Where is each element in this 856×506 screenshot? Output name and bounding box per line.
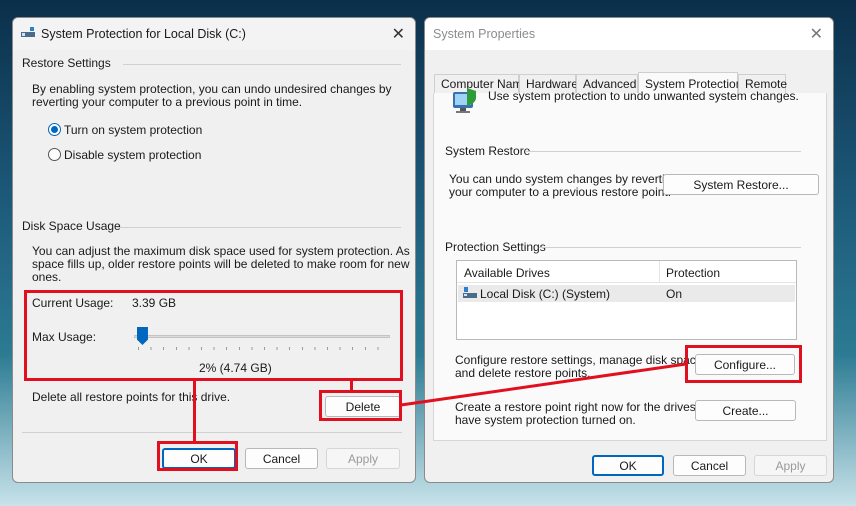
footer-divider [22,432,402,433]
protection-settings-heading: Protection Settings [445,240,546,254]
apply-button[interactable]: Apply [326,448,400,469]
system-restore-heading: System Restore [445,144,531,158]
cancel-button[interactable]: Cancel [673,455,746,476]
disk-space-description-line2: space fills up, older restore points wil… [32,257,410,271]
create-text-line2: have system protection turned on. [455,413,636,427]
configure-text-line2: and delete restore points. [455,366,591,380]
dialog-title: System Protection for Local Disk (C:) [41,27,246,41]
delete-highlight-box [319,390,402,421]
system-properties-dialog: System Properties ✕ Computer Name Hardwa… [424,17,834,483]
disk-space-heading: Disk Space Usage [22,219,121,233]
system-restore-button[interactable]: System Restore... [663,174,819,195]
group-divider [117,227,401,228]
shield-drive-icon [21,27,35,39]
system-restore-text-line2: your computer to a previous restore poin… [449,185,672,199]
dialog-titlebar[interactable]: System Properties ✕ [425,18,833,50]
restore-description-line2: reverting your computer to a previous po… [32,95,303,109]
dialog-titlebar[interactable]: System Protection for Local Disk (C:) ✕ [13,18,415,50]
create-button[interactable]: Create... [695,400,796,421]
configure-highlight-box [685,345,802,383]
group-divider [525,151,801,152]
turn-on-protection-radio[interactable] [48,123,61,136]
connector-line-to-ok [193,381,196,443]
drives-listview[interactable]: Available Drives Protection Local Disk (… [456,260,797,340]
disk-space-description-line3: ones. [32,270,62,284]
turn-on-protection-label[interactable]: Turn on system protection [64,124,202,137]
group-divider [539,247,801,248]
protection-status-cell: On [666,287,683,301]
close-icon[interactable]: ✕ [810,24,823,44]
column-separator [659,261,660,283]
drive-icon [463,287,477,299]
ok-button[interactable]: OK [592,455,664,476]
column-header-protection[interactable]: Protection [666,267,720,280]
apply-button[interactable]: Apply [754,455,827,476]
table-row[interactable]: Local Disk (C:) (System) On [458,285,795,302]
ok-highlight-box [157,441,238,471]
delete-restore-points-text: Delete all restore points for this drive… [32,390,231,404]
close-icon[interactable]: ✕ [392,24,405,44]
disable-protection-radio[interactable] [48,148,61,161]
restore-settings-heading: Restore Settings [22,56,111,70]
system-protection-icon [449,86,479,116]
group-divider [123,64,401,65]
cancel-button[interactable]: Cancel [245,448,318,469]
disk-usage-highlight-box [24,290,403,381]
disable-protection-label[interactable]: Disable system protection [64,149,201,162]
column-header-available-drives[interactable]: Available Drives [464,267,550,280]
intro-text: Use system protection to undo unwanted s… [488,89,799,103]
dialog-title: System Properties [433,27,536,41]
drive-name-cell: Local Disk (C:) (System) [480,287,611,301]
